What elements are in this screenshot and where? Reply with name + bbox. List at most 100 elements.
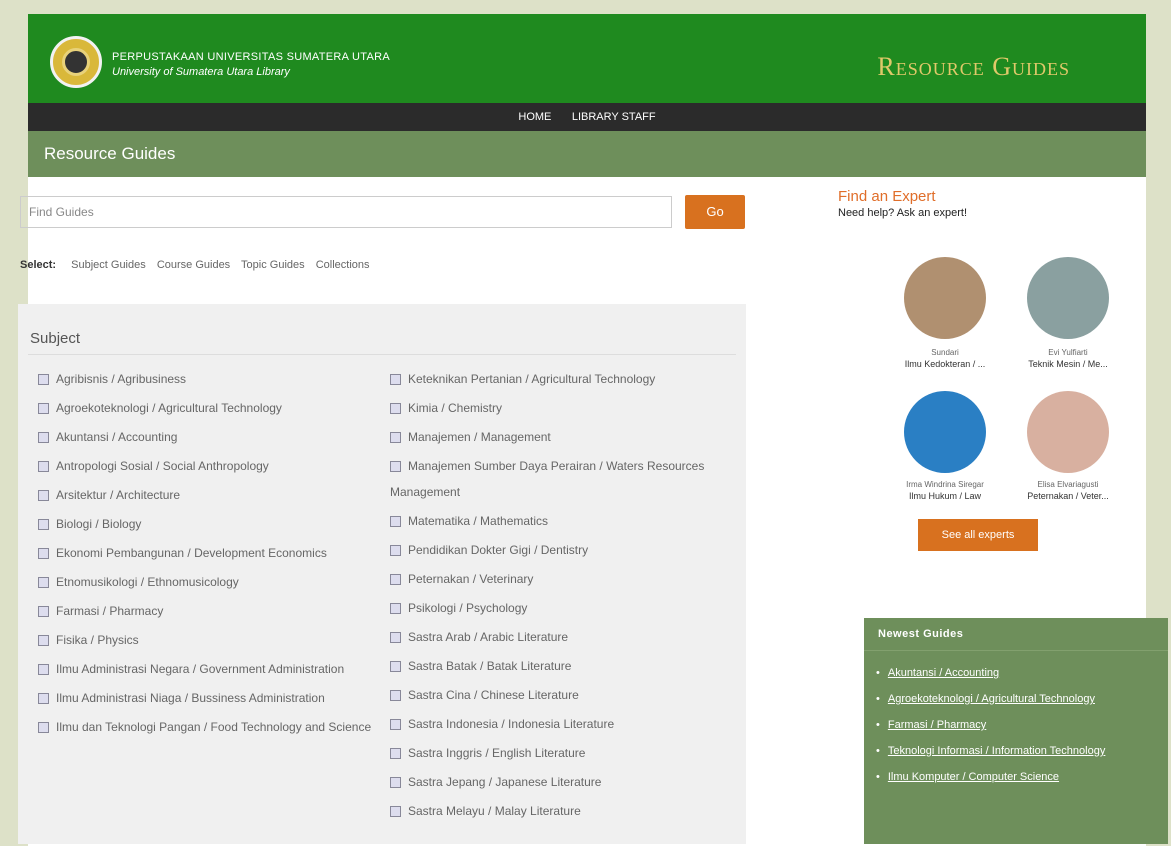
subject-item[interactable]: Ekonomi Pembangunan / Development Econom… xyxy=(38,540,388,566)
expand-icon xyxy=(38,548,49,560)
site-title: Resource Guides xyxy=(877,52,1070,81)
subject-item[interactable]: Arsitektur / Architecture xyxy=(38,482,388,508)
newest-guide-link[interactable]: • Teknologi Informasi / Information Techn… xyxy=(876,741,1168,761)
nav-home-link[interactable]: HOME xyxy=(518,103,551,131)
subject-item[interactable]: Sastra Arab / Arabic Literature xyxy=(390,624,740,650)
subject-column-2: Keteknikan Pertanian / Agricultural Tech… xyxy=(390,366,740,827)
subject-item[interactable]: Manajemen Sumber Daya Perairan / Waters … xyxy=(390,453,740,505)
expert-name-2[interactable]: Evi Yulfiarti xyxy=(1008,348,1128,357)
subject-item[interactable]: Psikologi / Psychology xyxy=(390,595,740,621)
subject-item[interactable]: Ilmu Administrasi Negara / Government Ad… xyxy=(38,656,388,682)
expert-role-3: Ilmu Hukum / Law xyxy=(908,491,982,501)
expand-icon xyxy=(390,545,401,557)
expand-icon xyxy=(38,635,49,647)
subject-item[interactable]: Agribisnis / Agribusiness xyxy=(38,366,388,392)
subject-item[interactable]: Etnomusikologi / Ethnomusicology xyxy=(38,569,388,595)
page-title: Resource Guides xyxy=(28,131,1146,177)
expand-icon xyxy=(38,374,49,386)
newest-guide-link[interactable]: • Agroekoteknologi / Agricultural Technol… xyxy=(876,689,1168,709)
subject-item[interactable]: Sastra Batak / Batak Literature xyxy=(390,653,740,679)
expand-icon xyxy=(390,374,401,386)
newest-guides-title: Newest Guides xyxy=(864,618,1168,651)
expand-icon xyxy=(390,661,401,673)
newest-guides-panel: Newest Guides • Akuntansi / Accounting • A… xyxy=(864,618,1168,844)
subject-item[interactable]: Manajemen / Management xyxy=(390,424,740,450)
expand-icon xyxy=(390,777,401,789)
newest-guide-link[interactable]: • Ilmu Komputer / Computer Science xyxy=(876,767,1168,787)
select-topic-guides[interactable]: Topic Guides xyxy=(241,259,305,271)
subject-item[interactable]: Kimia / Chemistry xyxy=(390,395,740,421)
subject-item[interactable]: Pendidikan Dokter Gigi / Dentistry xyxy=(390,537,740,563)
expert-avatar-4[interactable] xyxy=(1027,391,1109,473)
go-button[interactable]: Go xyxy=(685,195,745,229)
university-logo-icon[interactable] xyxy=(50,36,102,88)
newest-guide-link[interactable]: • Farmasi / Pharmacy xyxy=(876,715,1168,735)
newest-guide-link[interactable]: • Akuntansi / Accounting xyxy=(876,663,1168,683)
subject-item[interactable]: Matematika / Mathematics xyxy=(390,508,740,534)
find-expert-title: Find an Expert xyxy=(838,188,936,205)
site-header: PERPUSTAKAAN UNIVERSITAS SUMATERA UTARA … xyxy=(28,14,1146,103)
subject-item[interactable]: Akuntansi / Accounting xyxy=(38,424,388,450)
expand-icon xyxy=(390,748,401,760)
expand-icon xyxy=(390,574,401,586)
subject-divider xyxy=(28,354,736,355)
subject-item[interactable]: Sastra Jepang / Japanese Literature xyxy=(390,769,740,795)
expert-avatar-3[interactable] xyxy=(904,391,986,473)
find-guides-input[interactable]: Find Guides xyxy=(20,196,672,228)
brand-name: PERPUSTAKAAN UNIVERSITAS SUMATERA UTARA xyxy=(112,51,390,63)
expand-icon xyxy=(38,722,49,734)
expand-icon xyxy=(38,432,49,444)
select-subject-guides[interactable]: Subject Guides xyxy=(71,259,146,271)
subject-item[interactable]: Sastra Melayu / Malay Literature xyxy=(390,798,740,824)
subject-item[interactable]: Sastra Inggris / English Literature xyxy=(390,740,740,766)
subject-panel: Subject Agribisnis / Agribusiness Agroek… xyxy=(18,304,746,844)
expand-icon xyxy=(38,693,49,705)
expand-icon xyxy=(390,603,401,615)
subject-item[interactable]: Ilmu dan Teknologi Pangan / Food Technol… xyxy=(38,714,388,740)
brand-subtitle: University of Sumatera Utara Library xyxy=(112,66,290,78)
expert-role-1: Ilmu Kedokteran / ... xyxy=(904,359,986,369)
subject-item[interactable]: Keteknikan Pertanian / Agricultural Tech… xyxy=(390,366,740,392)
expand-icon xyxy=(390,403,401,415)
subject-heading: Subject xyxy=(30,330,81,347)
expand-icon xyxy=(390,719,401,731)
expert-avatar-2[interactable] xyxy=(1027,257,1109,339)
expand-icon xyxy=(38,403,49,415)
subject-item[interactable]: Peternakan / Veterinary xyxy=(390,566,740,592)
find-expert-subtitle: Need help? Ask an expert! xyxy=(838,207,968,219)
subject-item[interactable]: Farmasi / Pharmacy xyxy=(38,598,388,624)
subject-item[interactable]: Sastra Cina / Chinese Literature xyxy=(390,682,740,708)
expert-role-2: Teknik Mesin / Me... xyxy=(1028,359,1108,369)
expand-icon xyxy=(38,664,49,676)
subject-item[interactable]: Ilmu Administrasi Niaga / Bussiness Admi… xyxy=(38,685,388,711)
nav-library-staff-link[interactable]: LIBRARY STAFF xyxy=(572,103,656,131)
expand-icon xyxy=(38,461,49,473)
expert-name-4[interactable]: Elisa Elvariagusti xyxy=(1008,480,1128,489)
subject-column-1: Agribisnis / Agribusiness Agroekoteknolo… xyxy=(38,366,388,743)
nav-bar: HOME LIBRARY STAFF xyxy=(28,103,1146,131)
newest-guides-list: • Akuntansi / Accounting • Agroekoteknolog… xyxy=(864,651,1168,787)
expert-role-4: Peternakan / Veter... xyxy=(1027,491,1109,501)
subject-item[interactable]: Antropologi Sosial / Social Anthropology xyxy=(38,453,388,479)
logo-emblem xyxy=(62,48,90,76)
expert-avatar-1[interactable] xyxy=(904,257,986,339)
subject-item[interactable]: Fisika / Physics xyxy=(38,627,388,653)
select-course-guides[interactable]: Course Guides xyxy=(157,259,230,271)
select-row: Select: Subject Guides Course Guides Top… xyxy=(20,259,378,271)
select-label: Select: xyxy=(20,259,57,271)
expand-icon xyxy=(38,490,49,502)
find-expert-panel: Find an Expert Need help? Ask an expert! xyxy=(838,188,1098,219)
expand-icon xyxy=(38,519,49,531)
expand-icon xyxy=(390,806,401,818)
subject-item[interactable]: Sastra Indonesia / Indonesia Literature xyxy=(390,711,740,737)
expert-name-1[interactable]: Sundari xyxy=(885,348,1005,357)
subject-item[interactable]: Agroekoteknologi / Agricultural Technolo… xyxy=(38,395,388,421)
subject-item[interactable]: Biologi / Biology xyxy=(38,511,388,537)
expert-name-3[interactable]: Irma Windrina Siregar xyxy=(885,480,1005,489)
expand-icon xyxy=(390,461,401,473)
expand-icon xyxy=(390,516,401,528)
expand-icon xyxy=(38,577,49,589)
expand-icon xyxy=(390,432,401,444)
select-collections[interactable]: Collections xyxy=(316,259,370,271)
see-all-experts-button[interactable]: See all experts xyxy=(918,519,1038,551)
